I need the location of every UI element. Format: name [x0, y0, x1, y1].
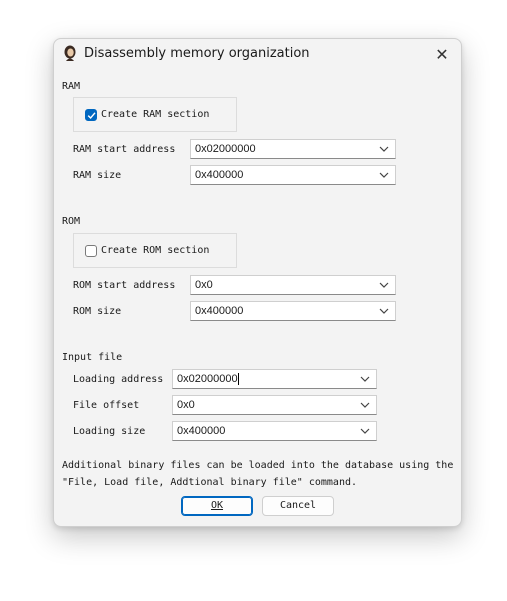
rom-start-combobox[interactable]: 0x0 [190, 275, 396, 295]
ida-woman-icon [62, 45, 78, 61]
ram-start-label: RAM start address [73, 144, 176, 155]
loading-address-combobox[interactable]: 0x02000000 [172, 369, 377, 389]
memory-organization-dialog: Disassembly memory organization ✕ RAM Cr… [53, 38, 462, 527]
ram-group-label: RAM [62, 81, 81, 92]
info-line-2: "File, Load file, Addtional binary file"… [62, 477, 358, 488]
rom-start-label: ROM start address [73, 280, 176, 291]
create-ram-label[interactable]: Create RAM section [101, 109, 209, 120]
file-offset-value: 0x0 [177, 399, 195, 411]
rom-size-label: ROM size [73, 306, 122, 317]
rom-start-value: 0x0 [195, 279, 213, 291]
ok-button-label: OK [210, 500, 224, 511]
rom-group-label: ROM [62, 216, 81, 227]
chevron-down-icon[interactable] [360, 376, 370, 382]
loading-size-combobox[interactable]: 0x400000 [172, 421, 377, 441]
file-offset-label: File offset [73, 400, 140, 411]
ram-start-combobox[interactable]: 0x02000000 [190, 139, 396, 159]
ram-size-value: 0x400000 [195, 169, 244, 181]
window-title: Disassembly memory organization [84, 46, 310, 61]
ram-size-combobox[interactable]: 0x400000 [190, 165, 396, 185]
close-icon[interactable]: ✕ [431, 43, 453, 65]
chevron-down-icon[interactable] [379, 308, 389, 314]
chevron-down-icon[interactable] [379, 146, 389, 152]
rom-size-value: 0x400000 [195, 305, 244, 317]
create-ram-checkbox[interactable] [85, 109, 97, 121]
loading-size-label: Loading size [73, 426, 146, 437]
ram-start-value: 0x02000000 [195, 143, 256, 155]
loading-address-label: Loading address [73, 374, 164, 385]
title-bar: Disassembly memory organization ✕ [54, 39, 461, 69]
create-rom-checkbox[interactable] [85, 245, 97, 257]
ram-create-group: Create RAM section [73, 97, 237, 132]
ram-size-label: RAM size [73, 170, 122, 181]
loading-size-value: 0x400000 [177, 425, 226, 437]
chevron-down-icon[interactable] [379, 282, 389, 288]
loading-address-value[interactable]: 0x02000000 [177, 373, 239, 385]
cancel-button[interactable]: Cancel [262, 496, 334, 516]
info-text: Additional binary files can be loaded in… [62, 457, 453, 491]
rom-size-combobox[interactable]: 0x400000 [190, 301, 396, 321]
info-line-1: Additional binary files can be loaded in… [62, 460, 454, 471]
file-offset-combobox[interactable]: 0x0 [172, 395, 377, 415]
create-rom-label[interactable]: Create ROM section [101, 245, 209, 256]
chevron-down-icon[interactable] [379, 172, 389, 178]
ok-button[interactable]: OK [181, 496, 253, 516]
input-file-group-label: Input file [62, 352, 123, 363]
chevron-down-icon[interactable] [360, 402, 370, 408]
chevron-down-icon[interactable] [360, 428, 370, 434]
rom-create-group: Create ROM section [73, 233, 237, 268]
